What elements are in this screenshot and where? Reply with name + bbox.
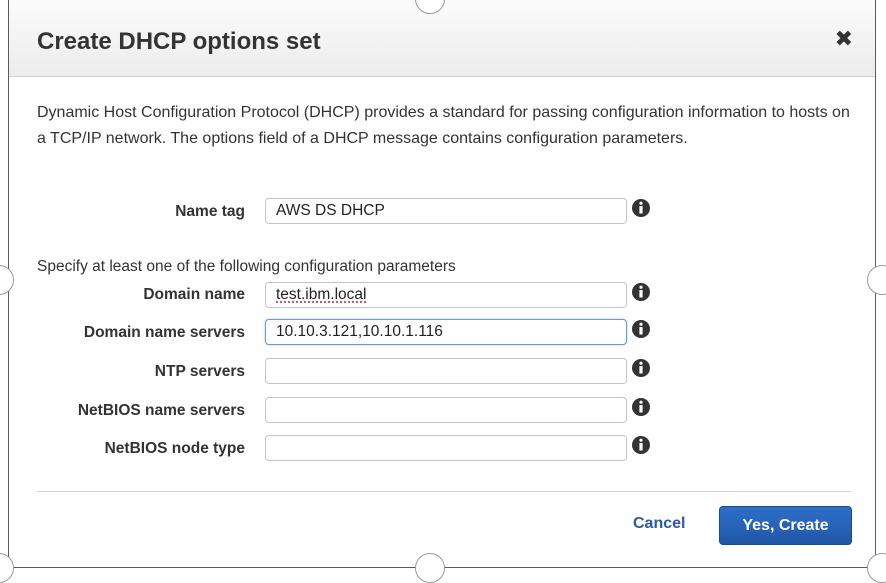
- dialog-title: Create DHCP options set: [37, 28, 321, 55]
- create-dhcp-dialog: Create DHCP options set ✖ Dynamic Host C…: [8, 0, 876, 568]
- cancel-button[interactable]: Cancel: [633, 515, 685, 533]
- info-icon[interactable]: [631, 358, 651, 378]
- info-icon[interactable]: [631, 319, 651, 339]
- close-icon[interactable]: ✖: [835, 28, 853, 50]
- ntp-servers-input[interactable]: [265, 358, 627, 384]
- netbios-node-type-input[interactable]: [265, 435, 627, 461]
- resize-handle[interactable]: [415, 553, 445, 583]
- section-hint: Specify at least one of the following co…: [37, 258, 456, 275]
- info-icon[interactable]: [631, 397, 651, 417]
- yes-create-button[interactable]: Yes, Create: [719, 506, 852, 545]
- info-icon[interactable]: [631, 282, 651, 302]
- domain-name-servers-input[interactable]: [265, 319, 627, 345]
- name-tag-label: Name tag: [175, 203, 245, 220]
- netbios-name-servers-input[interactable]: [265, 397, 627, 423]
- netbios-node-type-label: NetBIOS node type: [104, 440, 245, 457]
- name-tag-input[interactable]: [265, 198, 627, 224]
- dialog-header: Create DHCP options set ✖: [9, 0, 875, 77]
- info-icon[interactable]: [631, 198, 651, 218]
- netbios-name-servers-label: NetBIOS name servers: [77, 402, 245, 419]
- domain-name-input[interactable]: [265, 282, 627, 308]
- resize-handle[interactable]: [867, 553, 886, 583]
- domain-name-servers-label: Domain name servers: [83, 324, 245, 341]
- info-icon[interactable]: [631, 435, 651, 455]
- domain-name-label: Domain name: [143, 286, 245, 303]
- ntp-servers-label: NTP servers: [154, 363, 245, 380]
- dialog-description: Dynamic Host Configuration Protocol (DHC…: [37, 104, 850, 147]
- footer-divider: [37, 491, 851, 492]
